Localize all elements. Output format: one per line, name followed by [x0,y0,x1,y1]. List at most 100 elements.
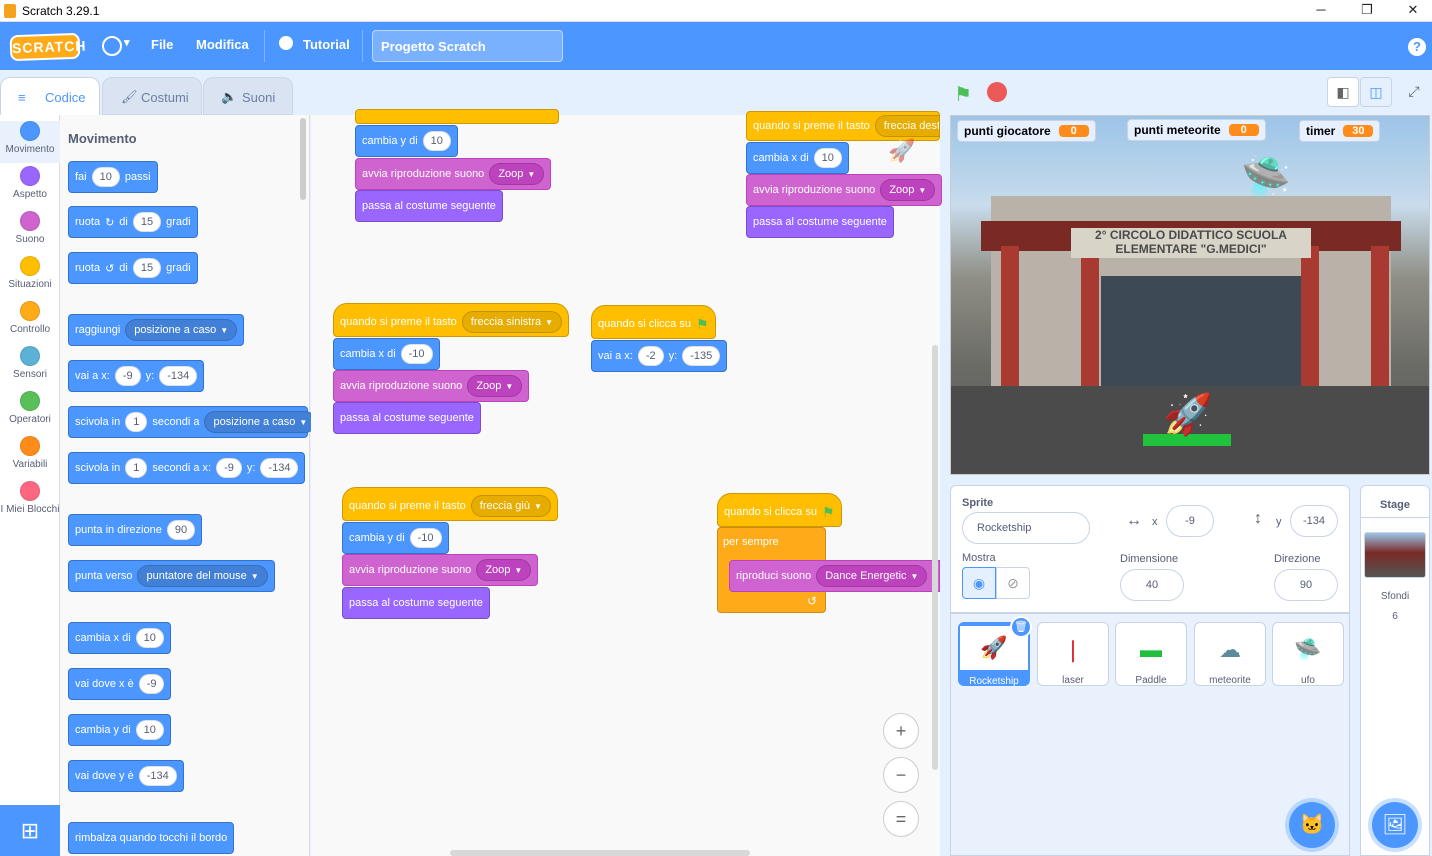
script4-flag-hat[interactable]: quando si clicca su ⚑ [591,305,716,339]
category-6[interactable]: Operatori [0,391,60,433]
script5-key-hat[interactable]: quando si preme il tasto freccia giù ▼ [342,487,558,521]
zoom-in-button[interactable]: + [883,713,919,749]
project-title-input[interactable]: Progetto Scratch [372,30,563,62]
backdrop-thumbnail[interactable] [1364,532,1426,578]
stop-button[interactable] [987,82,1007,102]
variable-monitor[interactable]: punti giocatore 0 [957,120,1096,142]
script2-change-x[interactable]: cambia x di 10 [746,142,849,174]
x-input[interactable]: -9 [216,458,242,478]
sound-dropdown[interactable]: Zoop ▼ [476,559,532,581]
sprite-tile[interactable]: 🛸 ufo [1272,622,1344,686]
script5-start-sound[interactable]: avvia riproduzione suono Zoop ▼ [342,554,539,586]
sprite-tile[interactable]: ▬ Paddle [1115,622,1187,686]
block-point-towards[interactable]: punta verso puntatore del mouse ▼ [68,560,275,592]
change-x-input[interactable]: 10 [135,628,164,648]
file-menu[interactable]: File [151,37,173,52]
change-y-input[interactable]: 10 [422,131,451,151]
script1-next-costume[interactable]: passa al costume seguente [355,190,503,222]
ufo-sprite[interactable]: 🛸 [1241,154,1291,201]
script4-goto-xy[interactable]: vai a x: -2 y: -135 [591,340,728,372]
sound-dropdown[interactable]: Zoop ▼ [489,163,545,185]
fullscreen-button[interactable]: ⤢ [1398,77,1430,107]
script3-next-costume[interactable]: passa al costume seguente [333,402,481,434]
close-window-button[interactable]: ✕ [1390,0,1432,22]
block-goto[interactable]: raggiungi posizione a caso ▼ [68,314,245,346]
glide-target-dropdown[interactable]: posizione a caso ▼ [204,411,317,433]
category-8[interactable]: I Miei Blocchi [0,481,60,523]
key-dropdown[interactable]: freccia giù ▼ [470,495,551,517]
tutorial-menu[interactable]: Tutorial [303,37,350,52]
script1-change-y[interactable]: cambia y di 10 [355,125,458,157]
y-input[interactable]: -134 [1290,505,1338,537]
x-input[interactable]: -9 [1166,505,1214,537]
block-glide-xy[interactable]: scivola in 1 secondi a x: -9 y: -134 [68,452,306,484]
zoom-reset-button[interactable]: = [883,801,919,837]
script2-next-costume[interactable]: passa al costume seguente [746,206,894,238]
change-x-input[interactable]: 10 [813,148,842,168]
small-stage-button[interactable]: ◧ [1327,77,1359,107]
script5-change-y[interactable]: cambia y di -10 [342,522,449,554]
variable-monitor[interactable]: punti meteorite 0 [1127,119,1266,141]
category-1[interactable]: Aspetto [0,166,60,208]
point-target-dropdown[interactable]: puntatore del mouse ▼ [137,565,268,587]
set-y-input[interactable]: -134 [138,766,177,786]
y-input[interactable]: -134 [260,458,299,478]
block-turn-left[interactable]: ruota ↺ di 15 gradi [68,252,198,284]
sound-dropdown[interactable]: Dance Energetic ▼ [816,565,928,587]
add-backdrop-button[interactable]: 🖼 [1372,802,1418,848]
hide-sprite-eye-icon[interactable]: ⊘ [996,567,1030,599]
rocketship-sprite[interactable]: 🚀 [1163,391,1213,438]
script1-start-sound[interactable]: avvia riproduzione suono Zoop ▼ [355,158,552,190]
direction-input[interactable]: 90 [1274,569,1338,601]
script1-hat-partial[interactable] [355,109,559,124]
tab-costumes[interactable]: 🖌 Costumi [102,77,202,115]
category-4[interactable]: Controllo [0,301,60,343]
sound-dropdown[interactable]: Zoop ▼ [880,179,936,201]
script5-next-costume[interactable]: passa al costume seguente [342,587,490,619]
key-dropdown[interactable]: freccia sinistra ▼ [461,311,563,333]
sprite-name-input[interactable]: Rocketship [962,512,1090,544]
sprite-tile[interactable]: ❘ laser [1037,622,1109,686]
x-input[interactable]: -9 [114,366,141,386]
goto-target-dropdown[interactable]: posizione a caso ▼ [125,319,238,341]
block-move-steps[interactable]: fai 10 passi [68,161,158,193]
y-input[interactable]: -134 [159,366,198,386]
change-x-input[interactable]: -10 [400,344,433,364]
block-change-y[interactable]: cambia y di 10 [68,714,171,746]
palette-scrollbar[interactable] [300,118,306,200]
steps-input[interactable]: 10 [91,167,120,187]
category-0[interactable]: Movimento [0,121,60,163]
x-input[interactable]: -2 [637,346,664,366]
show-sprite-eye-icon[interactable]: ◉ [962,567,996,599]
key-dropdown[interactable]: freccia destra [874,115,939,137]
change-y-input[interactable]: -10 [409,528,442,548]
sprite-tile[interactable]: ☁ meteorite [1194,622,1266,686]
tab-code[interactable]: ≡ Codice [0,77,100,115]
block-glide[interactable]: scivola in 1 secondi a posizione a caso ▼ [68,406,317,438]
script6-play-sound[interactable]: riproduci suonoDance Energetic▼e [729,560,940,592]
tab-sounds[interactable]: 🔈 Suoni [203,77,293,115]
script3-start-sound[interactable]: avvia riproduzione suono Zoop ▼ [333,370,530,402]
stage-canvas[interactable]: 2° CIRCOLO DIDATTICO SCUOLA ELEMENTARE "… [950,115,1430,475]
add-sprite-button[interactable]: 🐱 [1289,802,1335,848]
degrees-input[interactable]: 15 [132,258,162,278]
script2-start-sound[interactable]: avvia riproduzione suono Zoop ▼ [746,174,943,206]
script3-key-hat[interactable]: quando si preme il tasto freccia sinistra… [333,303,570,337]
y-input[interactable]: -135 [682,346,721,366]
set-x-input[interactable]: -9 [138,674,165,694]
block-turn-right[interactable]: ruota ↻ di 15 gradi [68,206,198,238]
script-vertical-scrollbar[interactable] [932,345,938,770]
block-bounce[interactable]: rimbalza quando tocchi il bordo [68,822,235,854]
zoom-out-button[interactable]: − [883,757,919,793]
block-goto-xy[interactable]: vai a x: -9 y: -134 [68,360,205,392]
help-icon[interactable]: ? [1408,38,1426,56]
category-5[interactable]: Sensori [0,346,60,388]
language-caret-icon[interactable]: ▾ [124,36,130,49]
sound-dropdown[interactable]: Zoop ▼ [467,375,523,397]
degrees-input[interactable]: 15 [132,212,162,232]
normal-stage-button[interactable]: ◫ [1360,77,1392,107]
seconds-input[interactable]: 1 [125,458,148,478]
category-3[interactable]: Situazioni [0,256,60,298]
script-horizontal-scrollbar[interactable] [450,850,750,856]
size-input[interactable]: 40 [1120,569,1184,601]
